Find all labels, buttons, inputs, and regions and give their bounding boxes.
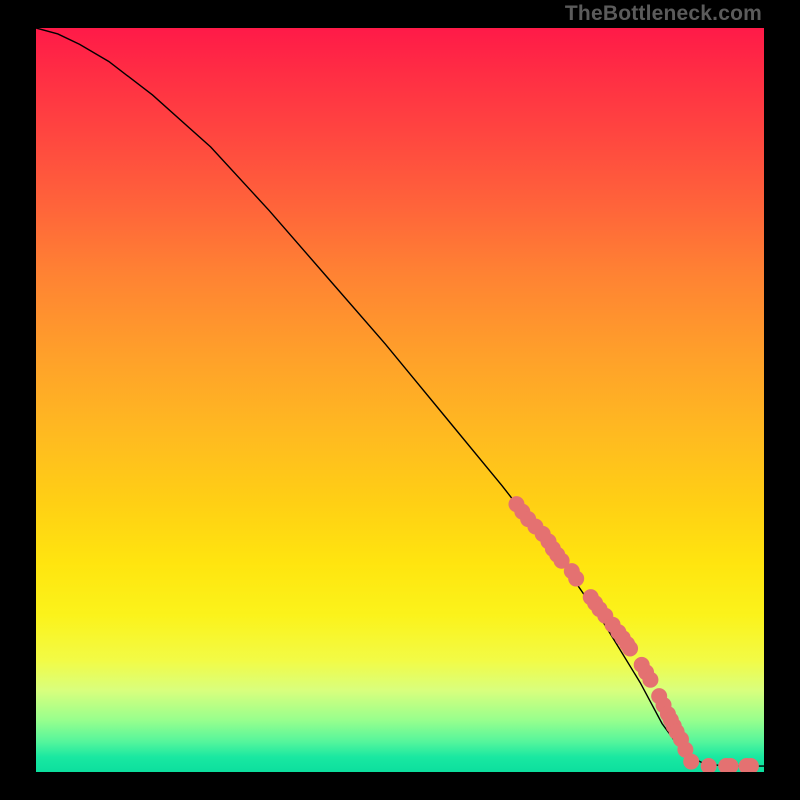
marker-dot [568,571,584,587]
marker-dot [622,640,638,656]
curve-line [36,28,764,766]
chart-svg [36,28,764,772]
chart-stage: TheBottleneck.com [0,0,800,800]
marker-dot [701,758,717,772]
marker-dot [642,672,658,688]
marker-dot [683,754,699,770]
watermark-text: TheBottleneck.com [565,2,762,26]
marker-group [508,496,758,772]
plot-area [36,28,764,772]
